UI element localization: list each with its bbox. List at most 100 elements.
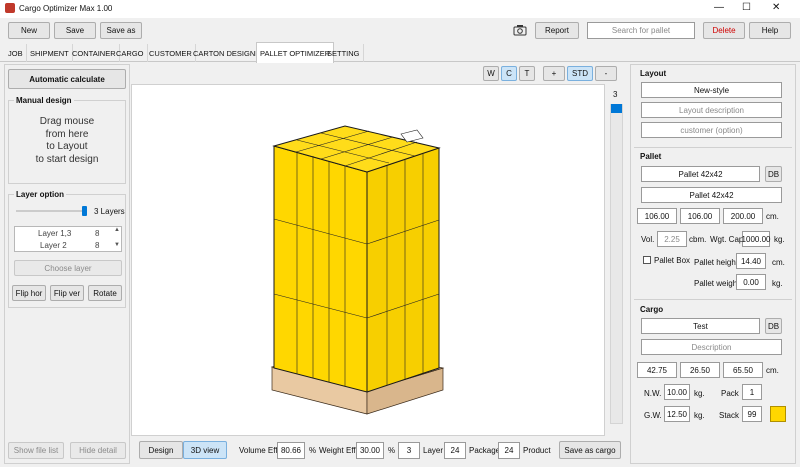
layer-vertical-slider-thumb[interactable] [611, 104, 622, 113]
report-button[interactable]: Report [535, 22, 579, 39]
pallet-width-field[interactable]: 106.00 [680, 208, 720, 224]
drag-hint-line: Drag mouse [39, 116, 95, 127]
kg-unit-label: kg. [774, 235, 785, 244]
product-label: Product [523, 446, 551, 455]
cm-unit-label: cm. [766, 366, 779, 375]
vol-label: Vol. [641, 235, 655, 244]
pallet-name-field-2[interactable]: Pallet 42x42 [641, 187, 782, 203]
view-t-button[interactable]: T [519, 66, 535, 81]
pallet-box-label: Pallet Box [654, 256, 691, 265]
cm-unit-label: cm. [772, 258, 785, 267]
pallet-db-button[interactable]: DB [765, 166, 782, 182]
layers-count-label: 3 Layers [94, 207, 125, 216]
package-count-field[interactable]: 24 [444, 442, 466, 459]
cargo-section-title: Cargo [640, 305, 664, 314]
choose-layer-button[interactable]: Choose layer [14, 260, 122, 276]
tab-cargo[interactable]: CARGO [113, 44, 148, 62]
layer-row-name[interactable]: Layer 2 [40, 241, 67, 250]
tab-shipment[interactable]: SHIPMENT [27, 44, 73, 62]
automatic-calculate-button[interactable]: Automatic calculate [8, 69, 126, 89]
cargo-height-field[interactable]: 65.50 [723, 362, 763, 378]
cbm-unit-label: cbm. [689, 235, 707, 244]
manual-design-drag-area[interactable]: Drag mouse from here to Layout to start … [10, 116, 124, 166]
hide-detail-button[interactable]: Hide detail [70, 442, 126, 459]
minimize-icon[interactable]: — [714, 2, 724, 13]
pack-field[interactable]: 1 [742, 384, 762, 400]
layer-vertical-slider[interactable] [610, 104, 623, 424]
view-c-button[interactable]: C [501, 66, 517, 81]
zoom-in-button[interactable]: + [543, 66, 565, 81]
pallet-weight-field[interactable]: 0.00 [736, 274, 766, 290]
cargo-length-field[interactable]: 42.75 [637, 362, 677, 378]
save-button[interactable]: Save [54, 22, 96, 39]
wgt-cap-field[interactable]: 1000.00 [742, 231, 770, 247]
product-count-field[interactable]: 24 [498, 442, 520, 459]
flip-ver-button[interactable]: Flip ver [50, 285, 84, 301]
nw-label: N.W. [644, 389, 662, 398]
search-input[interactable]: Search for pallet [587, 22, 695, 39]
layer-number-label: 3 [613, 90, 618, 99]
tab-job[interactable]: JOB [5, 44, 27, 62]
layer-option-title: Layer option [14, 190, 67, 199]
vol-field: 2.25 [657, 231, 687, 247]
design-button[interactable]: Design [139, 441, 183, 459]
zoom-out-button[interactable]: - [595, 66, 617, 81]
rotate-button[interactable]: Rotate [88, 285, 122, 301]
drag-hint-line: to start design [35, 153, 99, 165]
cargo-db-button[interactable]: DB [765, 318, 782, 334]
camera-icon[interactable] [513, 24, 527, 36]
help-button[interactable]: Help [749, 22, 791, 39]
show-file-list-button[interactable]: Show file list [8, 442, 64, 459]
layout-section-title: Layout [640, 69, 667, 78]
layout-description-input[interactable]: Layout description [641, 102, 782, 118]
divider [634, 299, 792, 300]
stack-label: Stack [719, 411, 740, 420]
wgt-cap-label: Wgt. Cap. [710, 235, 746, 244]
tab-pallet-optimizer[interactable]: PALLET OPTIMIZER [256, 42, 335, 63]
gross-weight-field[interactable]: 12.50 [664, 406, 690, 422]
flip-hor-button[interactable]: Flip hor [12, 285, 46, 301]
pallet-box-checkbox[interactable] [643, 256, 651, 264]
save-as-button[interactable]: Save as [100, 22, 142, 39]
layout-style-field[interactable]: New-style [641, 82, 782, 98]
cargo-color-swatch[interactable] [770, 406, 786, 422]
cargo-description-input[interactable]: Description [641, 339, 782, 355]
layer-slider-track[interactable] [16, 210, 86, 212]
pallet-height-max-field[interactable]: 200.00 [723, 208, 763, 224]
pallet-height-field[interactable]: 14.40 [736, 253, 766, 269]
kg-unit-label: kg. [772, 279, 783, 288]
std-view-button[interactable]: STD [567, 66, 593, 81]
window-title: Cargo Optimizer Max 1.00 [19, 4, 113, 13]
pack-label: Pack [721, 389, 739, 398]
scroll-down-icon[interactable]: ▼ [114, 242, 120, 248]
tab-customer[interactable]: CUSTOMER [146, 44, 196, 62]
volume-eff-field[interactable]: 80.66 [277, 442, 305, 459]
scroll-up-icon[interactable]: ▲ [114, 227, 120, 233]
maximize-icon[interactable]: ☐ [742, 2, 751, 13]
save-as-cargo-button[interactable]: Save as cargo [559, 441, 621, 459]
cargo-name-field[interactable]: Test [641, 318, 760, 334]
app-logo-icon [5, 3, 15, 13]
stack-field[interactable]: 99 [742, 406, 762, 422]
customer-input[interactable]: customer (option) [641, 122, 782, 138]
weight-eff-field[interactable]: 30.00 [356, 442, 384, 459]
new-button[interactable]: New [8, 22, 50, 39]
cargo-width-field[interactable]: 26.50 [680, 362, 720, 378]
pallet-name-field[interactable]: Pallet 42x42 [641, 166, 760, 182]
drag-hint-line: to Layout [46, 141, 88, 152]
layer-label: Layer [423, 446, 444, 455]
layer-row-name[interactable]: Layer 1,3 [38, 229, 71, 238]
layer-slider-thumb[interactable] [82, 206, 87, 216]
net-weight-field[interactable]: 10.00 [664, 384, 690, 400]
tab-setting[interactable]: SETTING [324, 44, 364, 62]
layer-count-field[interactable]: 3 [398, 442, 420, 459]
layer-row-count: 8 [95, 229, 100, 238]
view-w-button[interactable]: W [483, 66, 499, 81]
close-icon[interactable]: ✕ [772, 2, 780, 13]
volume-eff-label: Volume Eff. [239, 446, 280, 455]
pallet-length-field[interactable]: 106.00 [637, 208, 677, 224]
cm-unit-label: cm. [766, 212, 779, 221]
3d-view-button[interactable]: 3D view [183, 441, 227, 459]
package-label: Package [469, 446, 501, 455]
delete-button[interactable]: Delete [703, 22, 745, 39]
